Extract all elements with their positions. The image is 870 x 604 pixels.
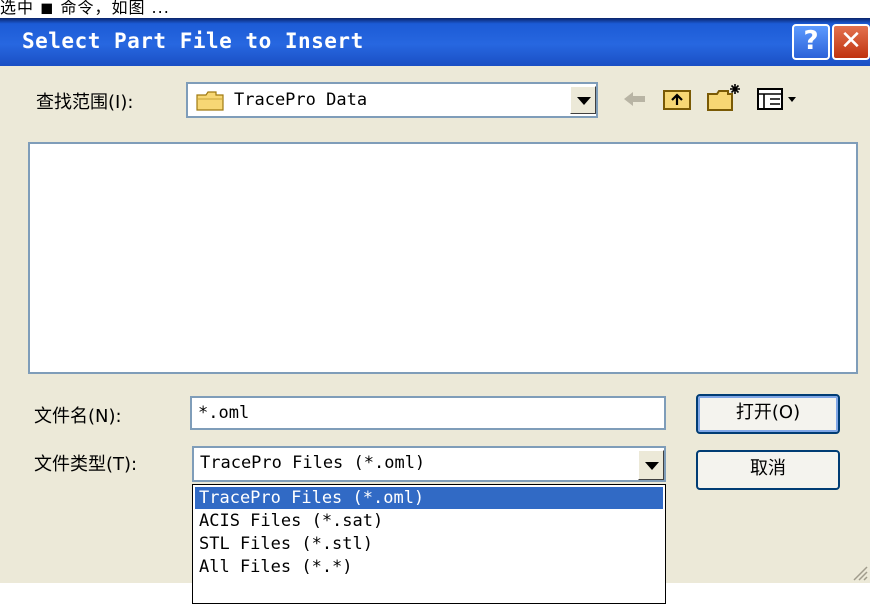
cancel-button[interactable]: 取消 xyxy=(696,450,840,490)
help-button[interactable]: ? xyxy=(792,24,830,60)
file-type-dropdown-button[interactable] xyxy=(638,450,664,480)
look-in-label: 查找范围(I): xyxy=(36,92,134,113)
open-button[interactable]: 打开(O) xyxy=(696,394,840,434)
file-name-value: *.oml xyxy=(198,403,250,423)
folder-icon xyxy=(196,91,224,111)
look-in-combobox[interactable]: TracePro Data xyxy=(186,82,598,118)
file-type-dropdown-list[interactable]: TracePro Files (*.oml) ACIS Files (*.sat… xyxy=(192,484,666,604)
title-bar[interactable]: Select Part File to Insert ? ✕ xyxy=(0,18,870,66)
chevron-down-icon xyxy=(645,462,659,470)
file-type-value: TracePro Files (*.oml) xyxy=(200,453,426,473)
dialog-title: Select Part File to Insert xyxy=(22,29,364,53)
file-name-label: 文件名(N): xyxy=(34,406,122,427)
file-type-combobox[interactable]: TracePro Files (*.oml) xyxy=(192,446,666,482)
file-type-option-stl[interactable]: STL Files (*.stl) xyxy=(195,533,663,555)
back-arrow-icon[interactable] xyxy=(620,82,650,116)
new-folder-icon[interactable] xyxy=(704,82,744,116)
background-document-text: 选中 ◼ 命令，如图 ... xyxy=(0,0,170,17)
up-folder-icon[interactable] xyxy=(660,82,694,116)
file-name-input[interactable]: *.oml xyxy=(190,396,666,430)
close-button[interactable]: ✕ xyxy=(832,24,870,60)
file-type-label: 文件类型(T): xyxy=(34,454,138,475)
file-type-option-all[interactable]: All Files (*.*) xyxy=(195,556,663,578)
resize-grip-icon[interactable] xyxy=(850,563,868,581)
file-type-option-acis[interactable]: ACIS Files (*.sat) xyxy=(195,510,663,532)
look-in-value: TracePro Data xyxy=(234,90,368,110)
file-list[interactable] xyxy=(28,142,858,374)
select-part-file-dialog: Select Part File to Insert ? ✕ 查找范围(I): … xyxy=(0,18,870,604)
view-menu-icon[interactable] xyxy=(754,82,800,116)
chevron-down-icon xyxy=(577,97,591,105)
look-in-dropdown-button[interactable] xyxy=(570,86,596,114)
file-type-option-tracepro[interactable]: TracePro Files (*.oml) xyxy=(195,487,663,509)
background-document: 选中 ◼ 命令，如图 ... xyxy=(0,0,870,18)
